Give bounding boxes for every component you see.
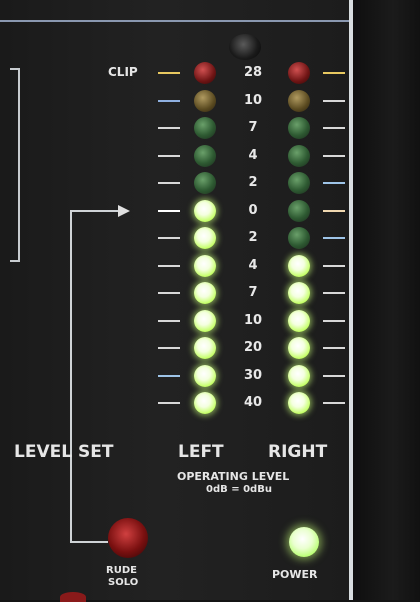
tick-right [323, 99, 345, 102]
tick-left [158, 374, 180, 377]
scale-label: 30 [243, 367, 263, 383]
tick-left [158, 319, 180, 322]
tick-left [158, 237, 180, 239]
tick-left [158, 182, 180, 184]
tick-right [323, 402, 345, 404]
tick-right [323, 72, 345, 74]
led-left [194, 309, 216, 332]
scale-label: 10 [243, 92, 263, 108]
level-set-line [70, 210, 72, 542]
led-right [288, 144, 310, 167]
tick-left [158, 402, 180, 404]
left-channel-label: LEFT [178, 442, 224, 462]
level-set-label: LEVEL SET [14, 442, 114, 462]
scale-label: 2 [248, 230, 258, 245]
led-left [194, 199, 216, 222]
led-left [194, 144, 216, 167]
tick-left [158, 127, 180, 129]
tick-right [323, 154, 345, 157]
tick-left [158, 99, 180, 102]
clip-label: CLIP [108, 65, 138, 79]
led-right [288, 62, 310, 84]
led-right [288, 364, 310, 387]
tick-right [323, 237, 345, 239]
scale-label: 0 [248, 202, 258, 218]
led-left [194, 282, 216, 304]
led-left [194, 254, 216, 277]
led-right [288, 254, 310, 277]
operating-level-label: OPERATING LEVEL [177, 470, 290, 483]
led-right [288, 172, 310, 194]
arrow-right-icon [118, 205, 130, 217]
led-right [288, 392, 310, 414]
scale-label: 40 [243, 395, 263, 410]
scale-label: 28 [243, 65, 263, 80]
tick-right [323, 374, 345, 377]
led-right [288, 199, 310, 222]
tick-right [323, 182, 345, 184]
top-divider [0, 20, 349, 22]
scale-label: 7 [248, 120, 258, 135]
led-left [194, 364, 216, 387]
led-left [194, 227, 216, 249]
screw-icon [229, 34, 261, 60]
adjacent-panel [353, 0, 420, 600]
left-bracket [10, 68, 20, 262]
tick-right [323, 127, 345, 129]
tick-left [158, 154, 180, 157]
led-right [288, 227, 310, 249]
scale-label: 4 [248, 257, 258, 273]
led-left [194, 337, 216, 359]
power-label: POWER [272, 568, 318, 581]
tick-left [158, 209, 180, 212]
led-left [194, 172, 216, 194]
tick-right [323, 264, 345, 267]
tick-left [158, 347, 180, 349]
level-set-line-top [70, 210, 120, 212]
scale-label: 7 [248, 285, 258, 300]
led-left [194, 89, 216, 112]
tick-right [323, 347, 345, 349]
tick-left [158, 264, 180, 267]
led-left [194, 62, 216, 84]
tick-left [158, 72, 180, 74]
tick-right [323, 209, 345, 212]
led-right [288, 309, 310, 332]
power-led [289, 527, 319, 557]
tick-right [323, 292, 345, 294]
led-right [288, 337, 310, 359]
scale-label: 10 [243, 312, 263, 328]
scale-label: 2 [248, 175, 258, 190]
led-right [288, 282, 310, 304]
right-channel-label: RIGHT [268, 442, 328, 462]
tick-right [323, 319, 345, 322]
led-left [194, 392, 216, 414]
led-left [194, 117, 216, 139]
scale-label: 20 [243, 340, 263, 355]
rude-label: RUDE [106, 565, 137, 576]
rude-solo-led [108, 518, 148, 558]
level-set-line-bottom [70, 541, 108, 543]
operating-level-reference: 0dB = 0dBu [206, 484, 272, 495]
bottom-led [60, 592, 86, 602]
solo-label: SOLO [108, 577, 139, 588]
scale-label: 4 [248, 147, 258, 163]
led-right [288, 89, 310, 112]
led-right [288, 117, 310, 139]
tick-left [158, 292, 180, 294]
